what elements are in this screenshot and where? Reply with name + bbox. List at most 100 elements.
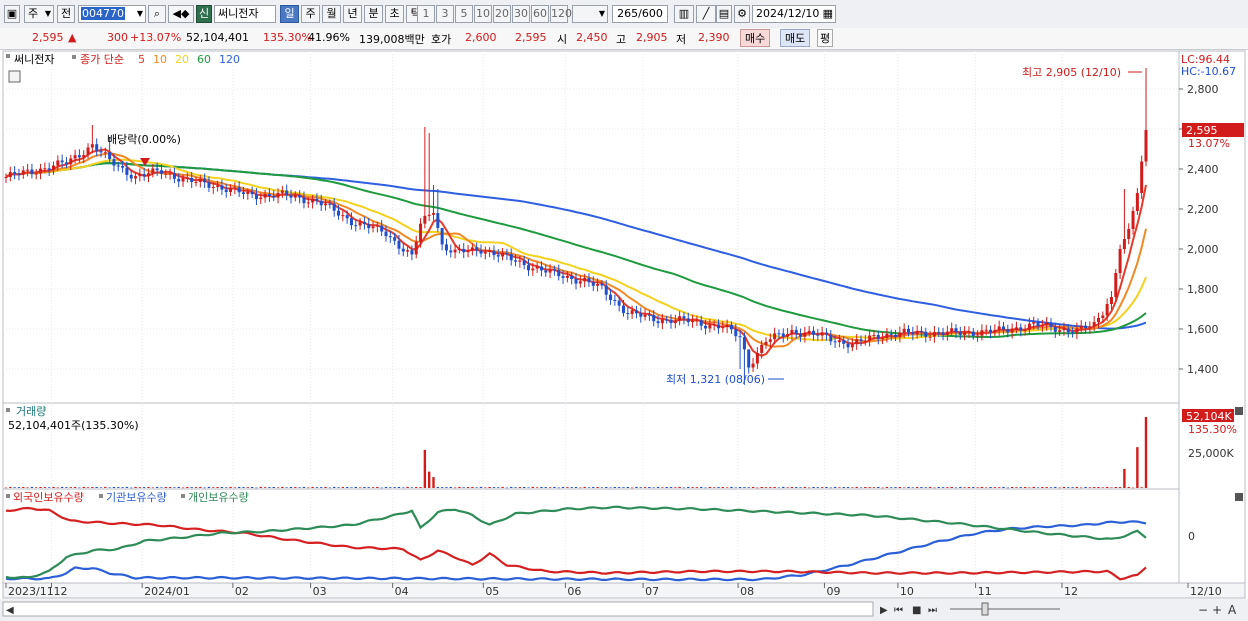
candle-body <box>945 331 949 335</box>
period-tab-0[interactable]: 일 <box>280 5 299 23</box>
forward-icon[interactable]: ⏭ <box>928 605 937 616</box>
save-icon[interactable]: ▤ <box>716 5 732 23</box>
zoom-out-icon[interactable]: − <box>1198 603 1208 617</box>
buy-button[interactable]: 매수 <box>740 29 771 47</box>
scroll-left-icon[interactable]: ◀ <box>6 605 14 616</box>
volume-bar <box>1010 486 1014 488</box>
volume-bar <box>488 486 491 488</box>
candle-body <box>155 168 159 171</box>
prev-button[interactable]: 전 <box>57 5 75 23</box>
candle-body <box>1006 329 1010 333</box>
low-price: 2,390 <box>698 31 730 44</box>
period-tab-5[interactable]: 초 <box>385 5 404 23</box>
search-icon[interactable]: ⌕ <box>148 5 166 23</box>
calculator-icon[interactable] <box>8 70 21 83</box>
interval-button-1[interactable]: 1 <box>417 5 435 23</box>
volume-bar <box>527 487 530 489</box>
close-icon[interactable] <box>1235 407 1243 415</box>
stop-icon[interactable]: ■ <box>912 605 921 616</box>
candle-body <box>634 310 638 314</box>
volume-bar <box>1084 486 1087 488</box>
volume-bar <box>812 486 815 488</box>
volume-bar <box>479 486 483 488</box>
zoom-slider-handle[interactable] <box>981 602 989 616</box>
candle-body <box>194 181 198 183</box>
candle-body <box>881 337 885 339</box>
scroll-right-icon[interactable]: ▶ <box>880 605 888 616</box>
candle-body <box>129 174 133 179</box>
candle-body <box>531 268 535 271</box>
period-tab-4[interactable]: 분 <box>364 5 383 23</box>
candle-body <box>1040 325 1044 327</box>
ytick-label: 2,400 <box>1187 163 1219 176</box>
period-tab-2[interactable]: 월 <box>322 5 341 23</box>
candle-body <box>907 328 910 333</box>
candle-body <box>254 194 258 200</box>
volume-bar <box>246 487 250 488</box>
volume-bar <box>194 487 198 488</box>
interval-button-20[interactable]: 20 <box>493 5 511 23</box>
count-input[interactable]: 265/600 <box>612 5 668 23</box>
ytick-label: 2,200 <box>1187 203 1219 216</box>
interval-button-120[interactable]: 120 <box>550 5 572 23</box>
chevron-down-icon: ▼ <box>44 9 51 18</box>
h-scrollbar[interactable] <box>2 601 874 617</box>
candle-body <box>341 215 345 217</box>
font-size-icon[interactable]: A <box>1228 603 1237 617</box>
ytick-label: 2,000 <box>1187 243 1219 256</box>
interval-button-3[interactable]: 3 <box>436 5 454 23</box>
period-tab-3[interactable]: 년 <box>343 5 362 23</box>
speaker-icon[interactable]: ◀◆ <box>168 5 194 23</box>
candle-body <box>1140 161 1144 193</box>
volume-bar <box>190 487 193 488</box>
eval-button[interactable]: 평 <box>817 29 834 47</box>
volume-bar <box>99 487 103 488</box>
market-select[interactable]: 주 ▼ <box>24 5 54 23</box>
interval-select[interactable]: ▼ <box>572 5 608 23</box>
volume-bar <box>933 487 936 489</box>
code-input[interactable]: 004770 ▼ <box>78 5 146 23</box>
close-icon[interactable] <box>1235 493 1243 501</box>
date-input[interactable]: 2024/12/10 ▦ <box>752 5 836 23</box>
volume-bar <box>643 487 647 488</box>
volume-bar <box>518 487 522 488</box>
volume-bar <box>859 487 863 489</box>
interval-button-30[interactable]: 30 <box>512 5 530 23</box>
candle-body <box>1118 249 1122 273</box>
x-ticks: 2023/11 12 2024/01 02 03 04 05 06 07 08 09 10 11 12 12… <box>2 582 1246 599</box>
volume-bar <box>877 486 880 488</box>
candle-body <box>99 151 103 153</box>
interval-button-5[interactable]: 5 <box>455 5 473 23</box>
volume-bar <box>147 486 150 488</box>
volume-bar <box>320 487 323 488</box>
volume-bar <box>302 486 306 488</box>
gear-icon[interactable]: ⚙ <box>734 5 750 23</box>
volume-bar <box>376 486 379 488</box>
candle-body <box>790 329 794 335</box>
candle-body <box>1084 325 1088 329</box>
volume-bar <box>773 486 776 488</box>
candle-body <box>1127 229 1131 239</box>
period-tab-1[interactable]: 주 <box>301 5 320 23</box>
volume-bar <box>237 486 241 488</box>
candle-body <box>751 363 755 368</box>
candle-body <box>237 187 241 193</box>
window-icon[interactable]: ▣ <box>4 5 20 23</box>
volume-bar <box>324 486 327 488</box>
zoom-in-icon[interactable]: + <box>1212 603 1222 617</box>
line-type-icon[interactable]: ╱ <box>696 5 716 23</box>
volume-bar <box>1140 487 1143 488</box>
candle-body <box>116 165 120 167</box>
interval-button-60[interactable]: 60 <box>531 5 549 23</box>
sell-button[interactable]: 매도 <box>780 29 811 47</box>
candle-type-icon[interactable]: ▥ <box>674 5 694 23</box>
candle-body <box>1088 326 1092 329</box>
candle-body <box>466 250 470 253</box>
interval-button-10[interactable]: 10 <box>474 5 492 23</box>
candle-body <box>393 237 397 241</box>
candle-body <box>496 255 500 257</box>
volume-bar <box>704 487 707 489</box>
volume-bar <box>73 486 77 488</box>
volume-bar <box>924 487 927 488</box>
rewind-icon[interactable]: ⏮ <box>894 605 903 616</box>
